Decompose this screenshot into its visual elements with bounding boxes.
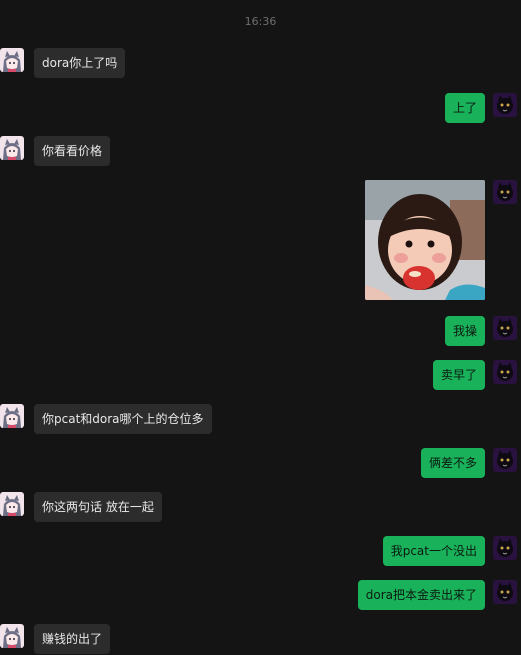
outgoing-message[interactable]: 俩差不多 (420, 448, 485, 478)
chat-window: 16:36 dora你上了吗 上了 你看看价格 我操 卖早了 你pcat和dor… (0, 0, 521, 655)
outgoing-message[interactable]: 我pcat一个没出 (382, 536, 485, 566)
outgoing-message[interactable]: 卖早了 (432, 360, 485, 390)
message-row: 卖早了 (432, 360, 521, 390)
outgoing-message[interactable]: dora把本金卖出来了 (357, 580, 485, 610)
contact-avatar[interactable] (0, 48, 24, 72)
my-avatar[interactable] (493, 93, 517, 117)
outgoing-message[interactable]: 上了 (444, 93, 485, 123)
outgoing-message[interactable]: 我操 (444, 316, 485, 346)
message-row (365, 180, 521, 300)
contact-avatar[interactable] (0, 624, 24, 648)
message-row: 你pcat和dora哪个上的仓位多 (0, 404, 212, 434)
message-row: 你这两句话 放在一起 (0, 492, 162, 522)
contact-avatar[interactable] (0, 136, 24, 160)
sticker-image[interactable] (365, 180, 485, 300)
my-avatar[interactable] (493, 360, 517, 384)
timestamp: 16:36 (244, 15, 277, 28)
incoming-message[interactable]: dora你上了吗 (34, 48, 126, 78)
incoming-message[interactable]: 你看看价格 (34, 136, 111, 166)
message-row: 赚钱的出了 (0, 624, 111, 654)
incoming-message[interactable]: 你这两句话 放在一起 (34, 492, 162, 522)
message-row: 俩差不多 (420, 448, 521, 478)
message-row: 我pcat一个没出 (382, 536, 521, 566)
my-avatar[interactable] (493, 180, 517, 204)
incoming-message[interactable]: 赚钱的出了 (34, 624, 111, 654)
message-row: dora把本金卖出来了 (357, 580, 521, 610)
message-row: dora你上了吗 (0, 48, 126, 78)
my-avatar[interactable] (493, 448, 517, 472)
my-avatar[interactable] (493, 316, 517, 340)
incoming-message[interactable]: 你pcat和dora哪个上的仓位多 (34, 404, 212, 434)
message-row: 我操 (444, 316, 521, 346)
message-row: 上了 (444, 93, 521, 123)
contact-avatar[interactable] (0, 404, 24, 428)
contact-avatar[interactable] (0, 492, 24, 516)
my-avatar[interactable] (493, 580, 517, 604)
message-row: 你看看价格 (0, 136, 111, 166)
my-avatar[interactable] (493, 536, 517, 560)
